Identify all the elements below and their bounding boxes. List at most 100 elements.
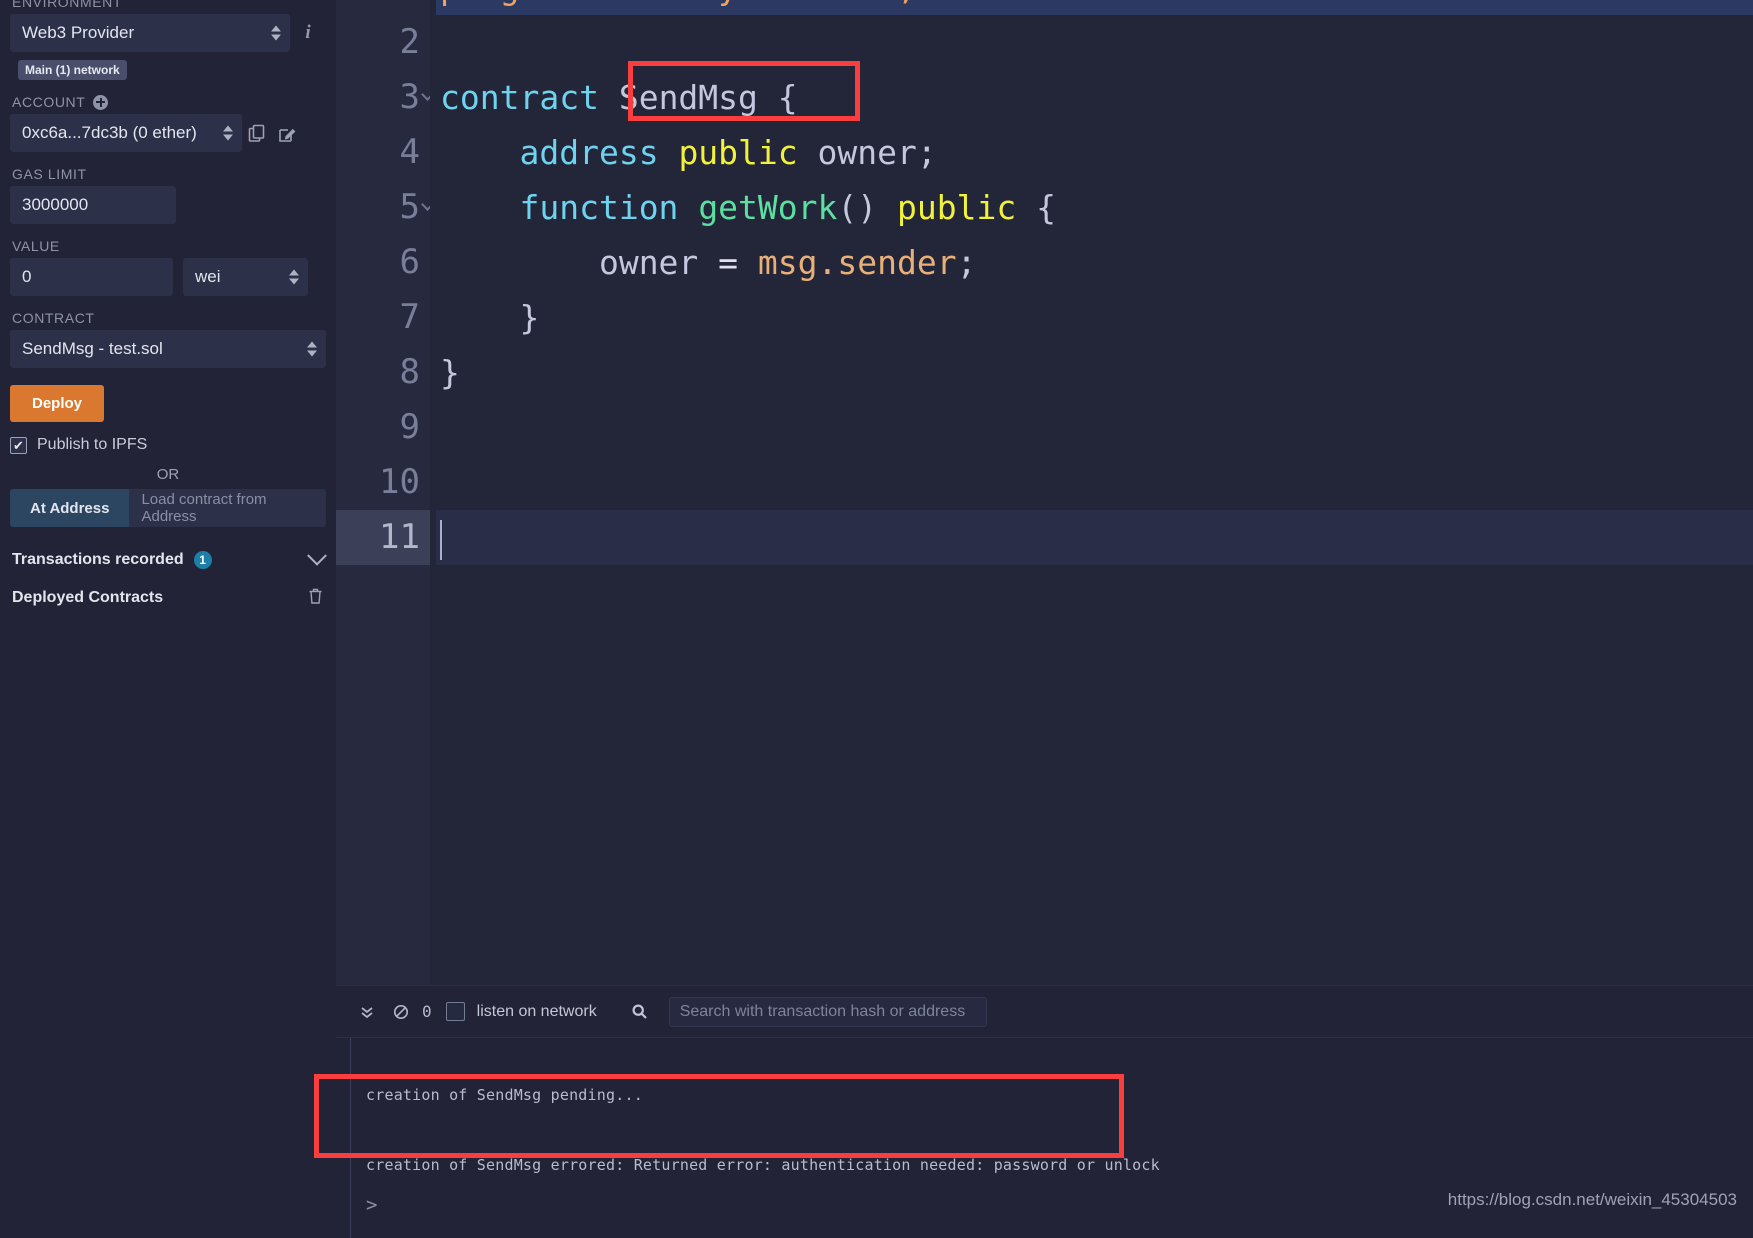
terminal-search-placeholder: Search with transaction hash or address [680, 1003, 965, 1021]
terminal-search-input[interactable]: Search with transaction hash or address [669, 997, 987, 1027]
account-row: 0xc6a...7dc3b (0 ether) [10, 114, 326, 152]
listen-on-network-checkbox[interactable] [446, 1002, 465, 1021]
line-number: 11 [336, 510, 430, 565]
code-token: } [440, 353, 460, 392]
line-number: 7 [336, 290, 430, 345]
line-number: 1 [336, 0, 430, 15]
code-token: SendMsg [619, 78, 758, 117]
publish-ipfs-row: Publish to IPFS [10, 436, 326, 454]
code-token [738, 243, 758, 282]
contract-select[interactable]: SendMsg - test.sol [10, 330, 326, 368]
transactions-recorded-label: Transactions recorded [12, 551, 184, 569]
value-amount-input[interactable]: 0 [10, 258, 173, 296]
chevron-updown-icon[interactable] [307, 342, 317, 357]
terminal-left-divider [350, 1038, 351, 1238]
chevron-updown-icon[interactable] [223, 126, 233, 141]
code-token: () [837, 188, 877, 227]
value-unit-select[interactable]: wei [183, 258, 308, 296]
line-number: 9 [336, 400, 430, 455]
value-row: 0 wei [10, 258, 326, 296]
code-line[interactable] [436, 455, 1753, 510]
line-number: 6 [336, 235, 430, 290]
text-cursor [440, 520, 442, 560]
code-token: = [718, 243, 738, 282]
code-token: ; [957, 243, 977, 282]
environment-value: Web3 Provider [22, 23, 134, 43]
code-line[interactable] [436, 400, 1753, 455]
code-token: public [897, 188, 1016, 227]
code-token: contract [440, 78, 599, 117]
gas-limit-value: 3000000 [22, 195, 88, 215]
code-line[interactable] [436, 510, 1753, 565]
publish-ipfs-label: Publish to IPFS [37, 436, 147, 454]
deployed-contracts-label: Deployed Contracts [12, 589, 163, 607]
ban-circle-icon[interactable] [384, 1004, 418, 1020]
environment-row: Web3 Provider i [10, 14, 326, 52]
chevron-updown-icon[interactable] [289, 270, 299, 285]
code-line[interactable] [436, 15, 1753, 70]
deploy-run-sidebar: ENVIRONMENT Web3 Provider i Main (1) net… [0, 0, 336, 1238]
code-line[interactable]: address public owner; [436, 125, 1753, 180]
value-amount: 0 [22, 267, 31, 287]
line-number: 3 [336, 70, 430, 125]
transactions-recorded-row[interactable]: Transactions recorded 1 [10, 551, 326, 569]
line-number: 10 [336, 455, 430, 510]
code-line[interactable]: } [436, 345, 1753, 400]
code-token: owner [818, 133, 917, 172]
code-token: owner [599, 243, 698, 282]
code-token: { [758, 78, 798, 117]
account-select[interactable]: 0xc6a...7dc3b (0 ether) [10, 114, 242, 152]
code-token: getWork [698, 188, 837, 227]
code-token: } [440, 298, 539, 337]
plus-circle-icon[interactable] [93, 95, 108, 110]
editor-terminal-column: 1234567891011 pragma solidity ^0.4.25;co… [336, 0, 1753, 1238]
network-badge: Main (1) network [18, 60, 127, 80]
transactions-recorded-count: 1 [194, 551, 212, 569]
code-line[interactable]: function getWork() public { [436, 180, 1753, 235]
line-number: 5 [336, 180, 430, 235]
code-token [659, 133, 679, 172]
terminal-pending-count: 0 [422, 1002, 432, 1021]
copy-icon[interactable] [242, 118, 272, 148]
code-line[interactable]: owner = msg.sender; [436, 235, 1753, 290]
at-address-row: At Address Load contract from Address [10, 489, 326, 527]
trash-icon[interactable] [307, 587, 324, 608]
double-chevron-down-icon[interactable] [350, 1004, 384, 1020]
contract-label: CONTRACT [12, 310, 326, 326]
account-label: ACCOUNT [12, 94, 85, 110]
edit-pencil-icon[interactable] [272, 118, 302, 148]
code-token [678, 188, 698, 227]
code-token [599, 78, 619, 117]
code-line[interactable]: } [436, 290, 1753, 345]
publish-ipfs-checkbox[interactable] [10, 437, 27, 454]
line-number-gutter: 1234567891011 [336, 0, 430, 985]
code-token [440, 243, 599, 282]
code-line[interactable]: contract SendMsg { [436, 70, 1753, 125]
line-number: 4 [336, 125, 430, 180]
gas-limit-input[interactable]: 3000000 [10, 186, 176, 224]
at-address-input[interactable]: Load contract from Address [129, 489, 326, 527]
environment-select[interactable]: Web3 Provider [10, 14, 290, 52]
code-line[interactable]: pragma solidity ^0.4.25; [436, 0, 1753, 15]
at-address-button[interactable]: At Address [10, 489, 129, 527]
code-token [877, 188, 897, 227]
deploy-button[interactable]: Deploy [10, 385, 104, 422]
code-token [698, 243, 718, 282]
info-icon[interactable]: i [290, 22, 326, 44]
code-token: { [1016, 188, 1056, 227]
deployed-contracts-row[interactable]: Deployed Contracts [10, 587, 326, 608]
code-editor[interactable]: 1234567891011 pragma solidity ^0.4.25;co… [336, 0, 1753, 985]
environment-label: ENVIRONMENT [12, 0, 326, 10]
value-unit: wei [195, 267, 221, 287]
contract-value: SendMsg - test.sol [22, 339, 163, 359]
code-token: address [519, 133, 658, 172]
chevron-down-icon[interactable] [307, 546, 327, 566]
listen-on-network-label: listen on network [477, 1003, 597, 1021]
code-token: ; [917, 133, 937, 172]
code-content[interactable]: pragma solidity ^0.4.25; contract SendMsg… [430, 0, 1753, 985]
or-separator: OR [10, 466, 326, 483]
terminal-log-pending: creation of SendMsg pending... [350, 1078, 1753, 1112]
chevron-updown-icon[interactable] [271, 26, 281, 41]
search-icon[interactable] [623, 1003, 657, 1020]
code-token [440, 133, 519, 172]
